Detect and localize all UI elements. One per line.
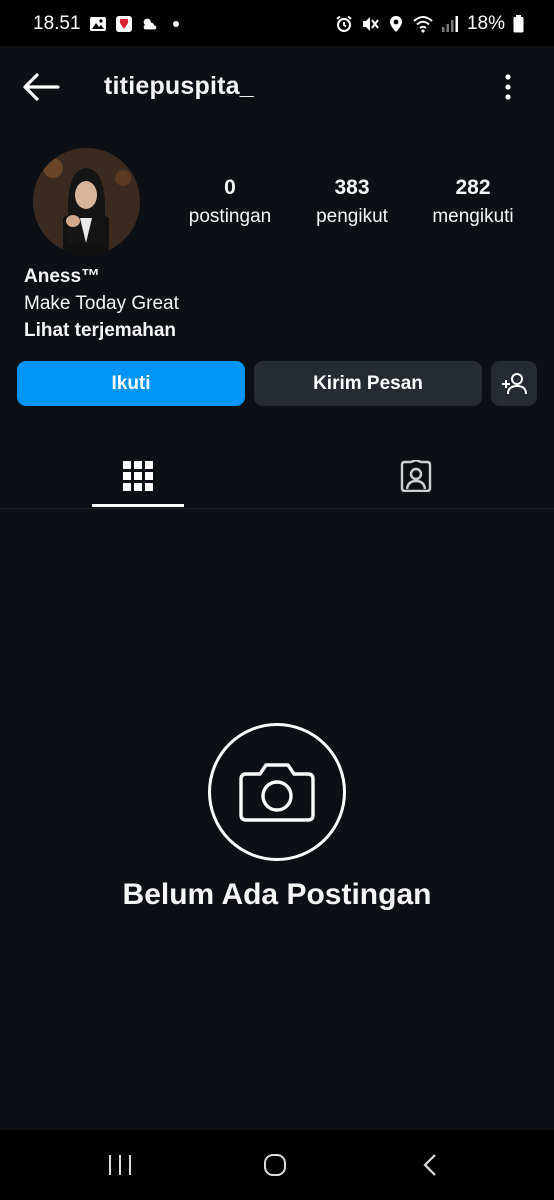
stat-followers-label: pengikut bbox=[316, 206, 388, 227]
location-icon bbox=[389, 16, 402, 32]
add-user-icon bbox=[502, 372, 527, 394]
profile-bio: Make Today Great bbox=[24, 293, 179, 314]
home-button[interactable] bbox=[255, 1150, 295, 1180]
avatar-photo bbox=[33, 148, 140, 255]
mute-icon bbox=[362, 17, 379, 31]
top-bar: titiepuspita_ bbox=[0, 46, 554, 128]
alarm-icon bbox=[336, 15, 352, 32]
empty-posts-camera bbox=[208, 723, 346, 861]
stat-following-label: mengikuti bbox=[432, 206, 514, 227]
back-icon bbox=[423, 1154, 436, 1176]
camera-icon bbox=[239, 763, 315, 822]
grid-icon bbox=[123, 461, 153, 491]
profile-username: titiepuspita_ bbox=[104, 72, 254, 100]
signal-icon bbox=[441, 16, 458, 32]
recent-apps-icon bbox=[109, 1155, 131, 1175]
tagged-icon bbox=[400, 460, 432, 492]
stat-posts-label: postingan bbox=[188, 206, 272, 227]
stat-posts[interactable]: 0 postingan bbox=[186, 176, 274, 228]
tab-tagged[interactable] bbox=[370, 444, 462, 508]
stat-following-value: 282 bbox=[455, 176, 491, 199]
more-options-icon[interactable] bbox=[496, 72, 520, 102]
empty-state-title: Belum Ada Postingan bbox=[122, 878, 432, 911]
profile-avatar[interactable] bbox=[33, 148, 140, 255]
clock: 18.51 bbox=[33, 13, 81, 34]
stat-posts-value: 0 bbox=[224, 176, 236, 199]
profile-screen: titiepuspita_ 0 postingan 383 pengikut 2… bbox=[0, 46, 554, 1130]
weather-icon bbox=[143, 18, 156, 30]
stat-followers-value: 383 bbox=[334, 176, 370, 199]
status-right: 18% bbox=[335, 13, 524, 35]
tab-posts-grid[interactable] bbox=[92, 444, 184, 508]
home-icon bbox=[264, 1154, 286, 1176]
back-button[interactable] bbox=[410, 1150, 450, 1180]
status-left: 18.51 bbox=[33, 13, 179, 35]
stat-followers[interactable]: 383 pengikut bbox=[310, 176, 394, 228]
see-translation-link[interactable]: Lihat terjemahan bbox=[24, 320, 176, 342]
app-notification-icon bbox=[115, 16, 132, 32]
message-button[interactable]: Kirim Pesan bbox=[254, 361, 482, 406]
profile-tabs bbox=[0, 444, 554, 509]
system-nav-bar bbox=[0, 1130, 554, 1200]
wifi-icon bbox=[413, 16, 433, 33]
status-bar: 18.51 18% bbox=[0, 0, 554, 46]
battery-percent: 18% bbox=[466, 13, 505, 34]
follow-button[interactable]: Ikuti bbox=[17, 361, 245, 406]
active-tab-indicator bbox=[92, 504, 184, 507]
stat-following[interactable]: 282 mengikuti bbox=[428, 176, 518, 228]
recent-apps-button[interactable] bbox=[100, 1150, 140, 1180]
profile-name: Aness™ bbox=[24, 266, 101, 287]
gallery-icon bbox=[89, 17, 106, 31]
back-arrow-icon[interactable] bbox=[22, 72, 60, 102]
battery-icon bbox=[513, 15, 524, 33]
suggested-users-button[interactable] bbox=[491, 361, 537, 406]
notification-dot bbox=[172, 21, 179, 27]
